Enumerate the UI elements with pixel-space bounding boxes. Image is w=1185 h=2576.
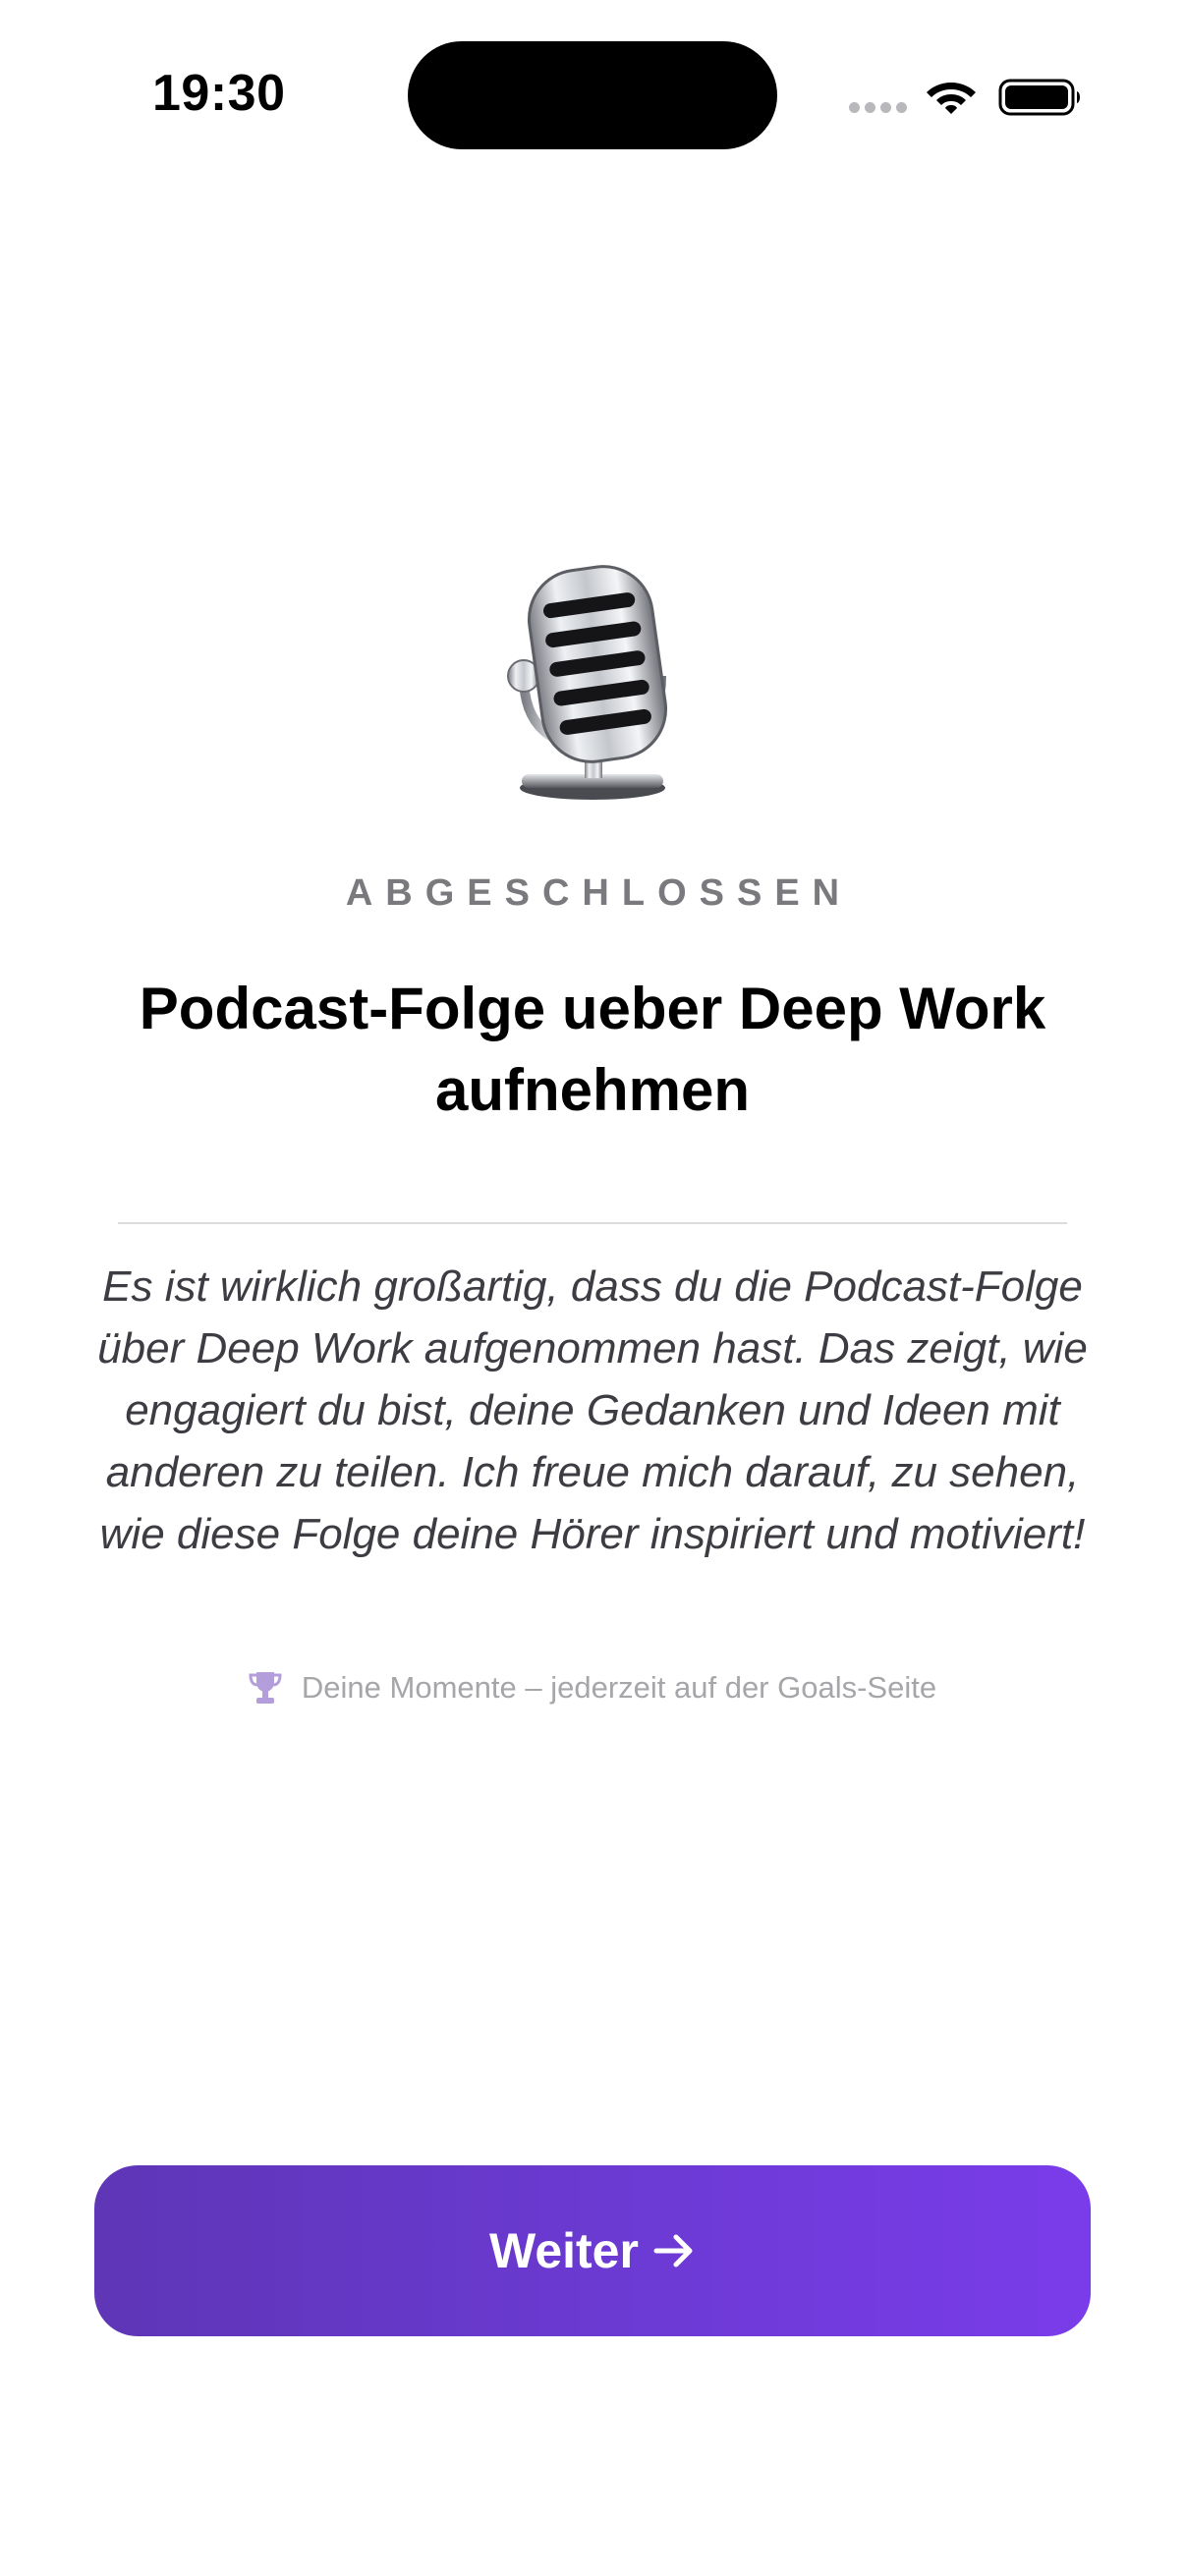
- status-bar: 19:30: [0, 0, 1185, 196]
- arrow-right-icon: [653, 2234, 693, 2268]
- continue-button-label: Weiter: [489, 2223, 639, 2278]
- dynamic-island: [408, 41, 777, 149]
- studio-microphone-icon: [507, 565, 668, 800]
- divider: [118, 1222, 1067, 1224]
- battery-icon: [998, 79, 1080, 116]
- trophy-icon: [249, 1672, 282, 1704]
- continue-button[interactable]: Weiter: [94, 2165, 1091, 2336]
- status-time: 19:30: [152, 65, 286, 122]
- goal-title: Podcast-Folge ueber Deep Work aufnehmen: [139, 976, 1046, 1123]
- hint-text: Deine Momente – jederzeit auf der Goals-…: [301, 1670, 937, 1705]
- wifi-icon: [927, 83, 976, 114]
- status-eyebrow: ABGESCHLOSSEN: [345, 872, 853, 914]
- encouragement-message: Es ist wirklich großartig, dass du die P…: [97, 1262, 1088, 1558]
- cellular-signal-icon: [849, 102, 907, 113]
- goals-page-hint: Deine Momente – jederzeit auf der Goals-…: [0, 1670, 1185, 1706]
